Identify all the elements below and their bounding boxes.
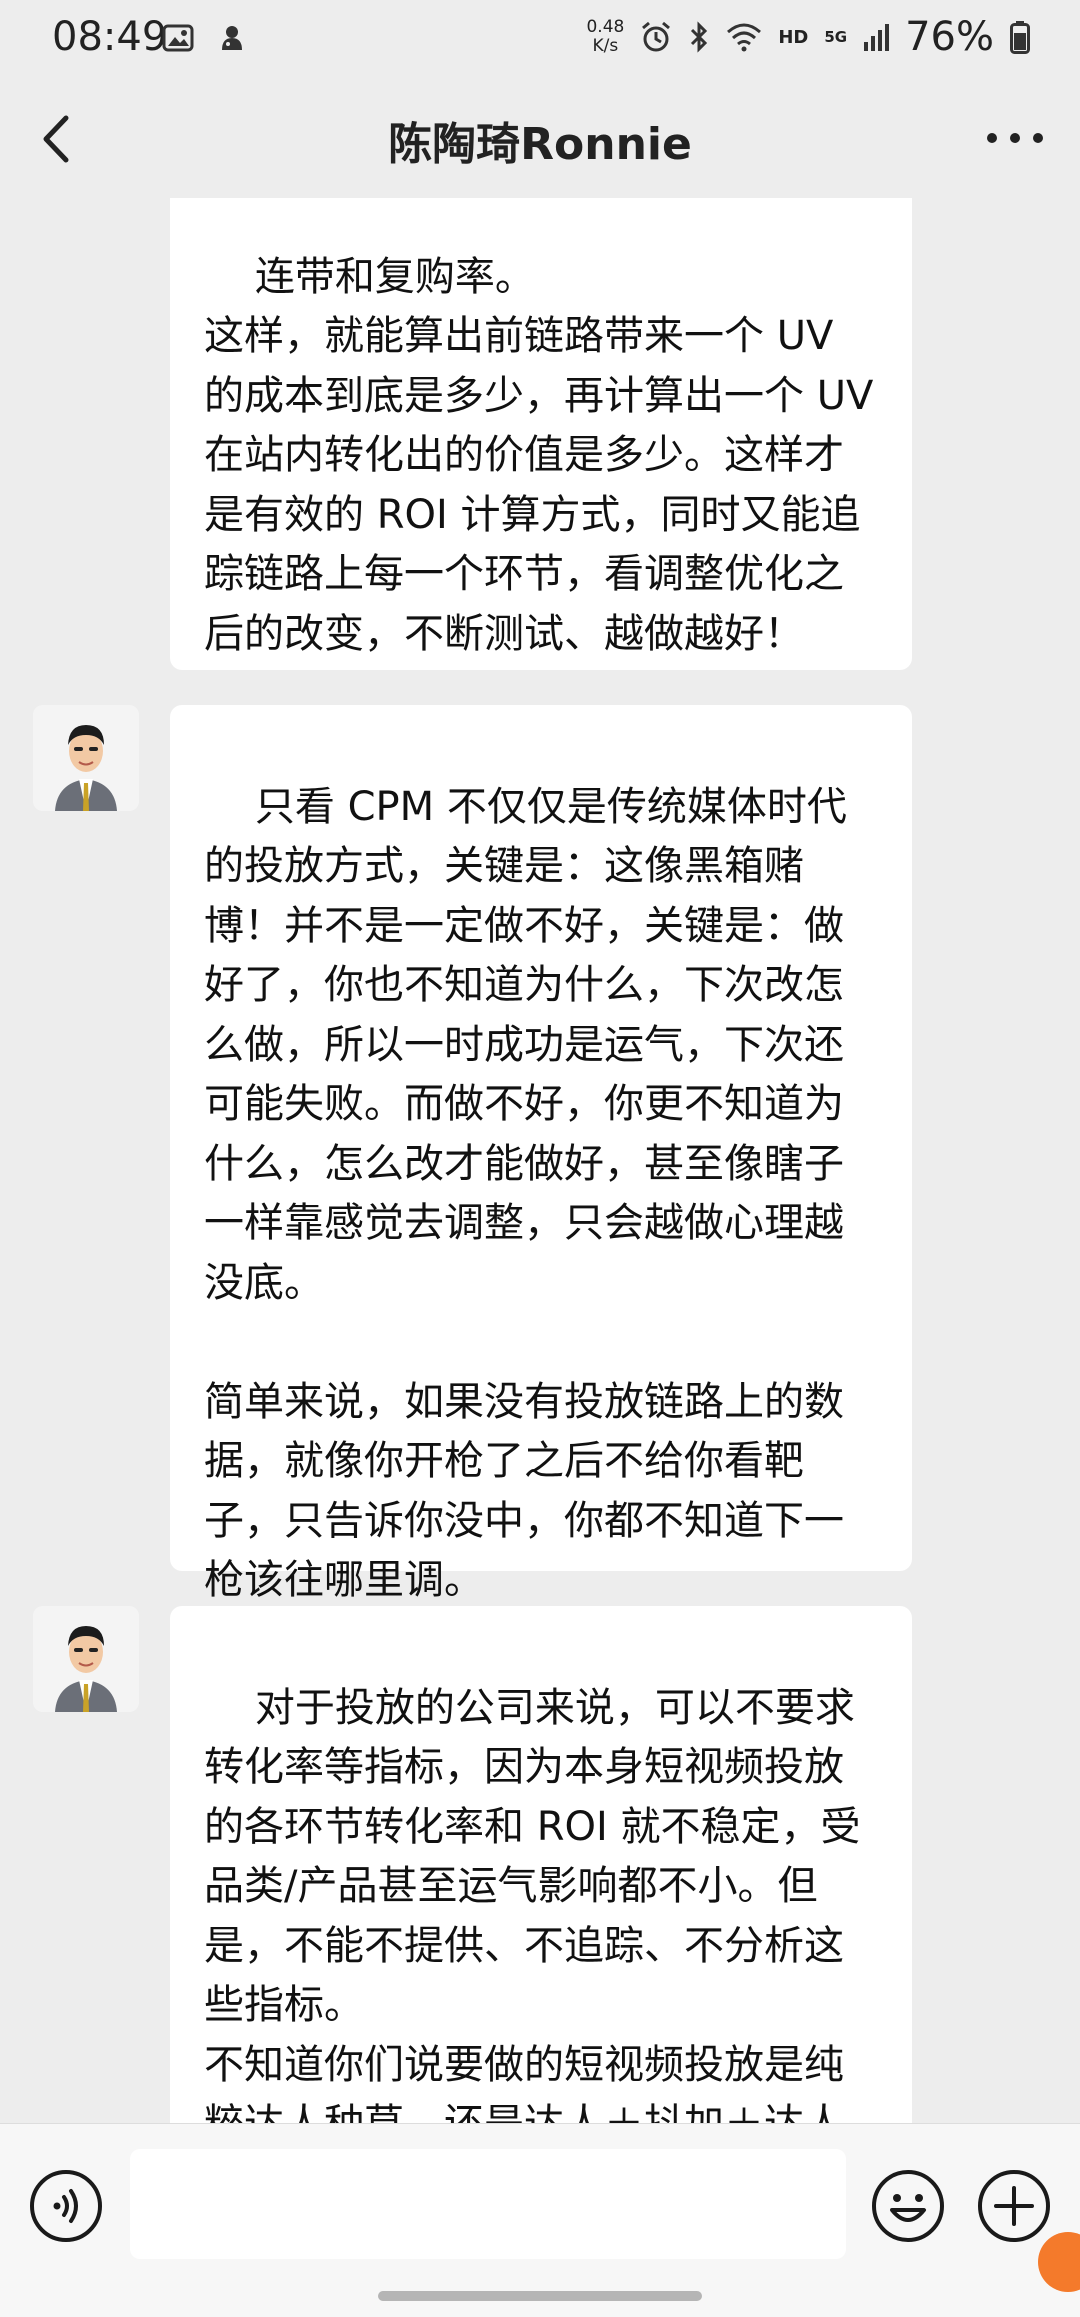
- chat-title: 陈陶琦Ronnie: [388, 119, 692, 170]
- message-text: 只看 CPM 不仅仅是传统媒体时代的投放方式，关键是：这像黑箱赌博！并不是一定做…: [204, 783, 847, 1604]
- message-bubble[interactable]: 对于投放的公司来说，可以不要求转化率等指标，因为本身短视频投放的各环节转化率和 …: [170, 1606, 912, 2123]
- message-bubble[interactable]: 连带和复购率。 这样，就能算出前链路带来一个 UV 的成本到底是多少，再计算出一…: [170, 198, 912, 670]
- bluetooth-icon: [691, 21, 708, 53]
- voice-button[interactable]: [28, 2168, 104, 2244]
- avatar[interactable]: [33, 705, 139, 811]
- status-right: 0.48 K/s HD 5G 76%: [586, 14, 1030, 60]
- chat-area[interactable]: 连带和复购率。 这样，就能算出前链路带来一个 UV 的成本到底是多少，再计算出一…: [0, 198, 1080, 2123]
- alarm-icon: [642, 21, 671, 52]
- emoji-button[interactable]: [870, 2168, 946, 2244]
- home-indicator[interactable]: [378, 2291, 702, 2301]
- message-text: 对于投放的公司来说，可以不要求转化率等指标，因为本身短视频投放的各环节转化率和 …: [204, 1684, 861, 2124]
- chat-header: 陈陶琦Ronnie: [0, 80, 1080, 198]
- plus-icon: [978, 2170, 1050, 2242]
- message-text: 连带和复购率。 这样，就能算出前链路带来一个 UV 的成本到底是多少，再计算出一…: [204, 253, 874, 657]
- input-bar: [0, 2123, 1080, 2317]
- more-button[interactable]: [980, 108, 1050, 168]
- status-time: 08:49: [52, 14, 168, 60]
- signal-icon: [864, 24, 890, 51]
- status-bar: 08:49 0.48 K/s HD 5G 76%: [0, 0, 1080, 80]
- battery-percent: 76%: [905, 14, 994, 60]
- gallery-notification-icon: [162, 24, 194, 52]
- avatar-image: [33, 1606, 139, 1712]
- avatar-image: [33, 705, 139, 811]
- emoji-icon: [872, 2170, 944, 2242]
- voice-icon: [30, 2170, 102, 2242]
- avatar[interactable]: [33, 1606, 139, 1712]
- more-dots-icon: [987, 133, 1043, 143]
- network-speed: 0.48 K/s: [586, 18, 624, 56]
- plus-button[interactable]: [976, 2168, 1052, 2244]
- battery-icon: [1010, 21, 1030, 54]
- app-notification-icon: [222, 26, 242, 50]
- status-left-icons: [162, 22, 248, 54]
- signal-label: 5G: [824, 28, 848, 46]
- hd-label: HD: [778, 26, 809, 48]
- wifi-icon: [727, 23, 762, 52]
- network-speed-unit: K/s: [592, 36, 619, 56]
- message-bubble[interactable]: 只看 CPM 不仅仅是传统媒体时代的投放方式，关键是：这像黑箱赌博！并不是一定做…: [170, 705, 912, 1603]
- network-speed-value: 0.48: [586, 17, 625, 37]
- message-input[interactable]: [130, 2149, 846, 2259]
